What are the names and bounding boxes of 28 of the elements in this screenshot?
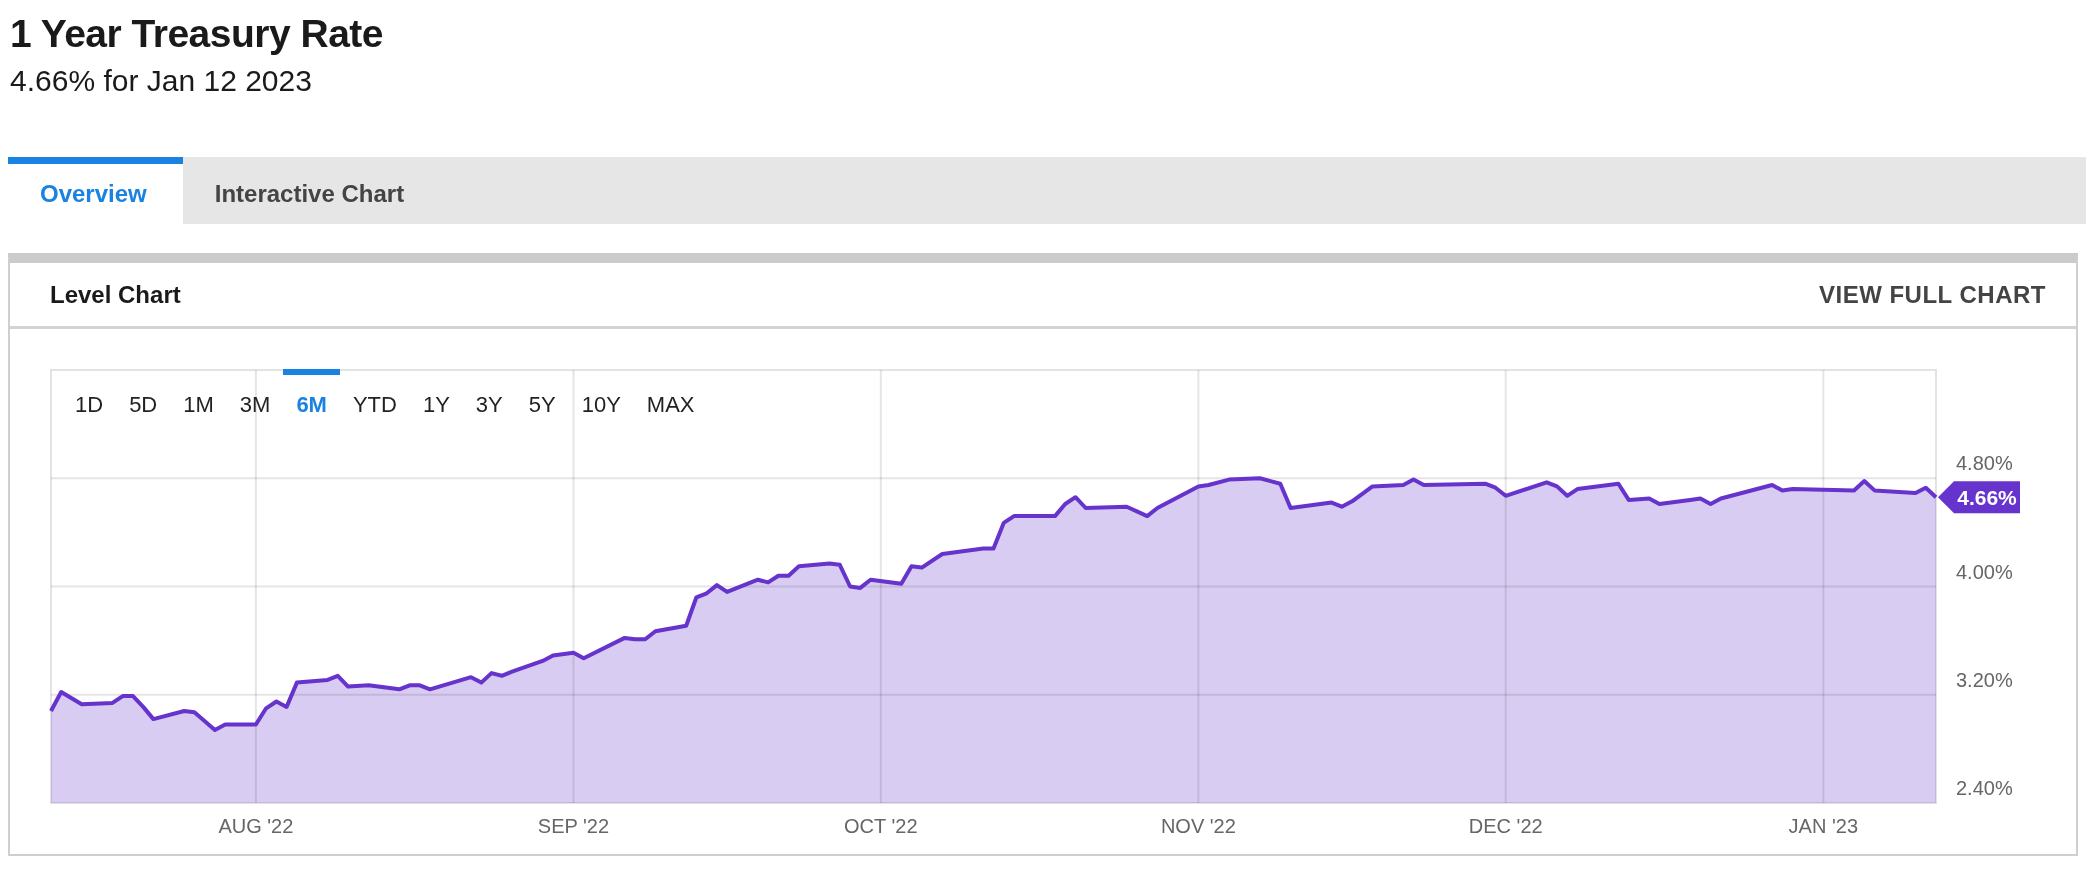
y-axis-label: 3.20% [1956, 668, 2013, 691]
range-button[interactable]: 5D [116, 369, 171, 435]
y-axis-label: 4.00% [1956, 560, 2013, 583]
range-button[interactable]: 6M [283, 369, 340, 435]
y-axis-label: 2.40% [1956, 777, 2013, 799]
range-button[interactable]: 3M [226, 369, 284, 435]
range-button[interactable]: 5Y [515, 369, 569, 435]
card-title: Level Chart [50, 280, 181, 309]
rate-subtitle: 4.66% for Jan 12 2023 [10, 64, 313, 98]
range-button[interactable]: 1Y [409, 369, 463, 435]
range-button[interactable]: 3Y [462, 369, 516, 435]
view-full-chart-link[interactable]: VIEW FULL CHART [1818, 280, 2046, 309]
y-axis-label: 4.80% [1956, 452, 2013, 475]
x-axis-label: NOV '22 [1160, 815, 1236, 837]
range-button[interactable]: 1D [62, 369, 117, 435]
x-axis-label: JAN '23 [1788, 815, 1858, 837]
last-value-tag: 4.66% [1938, 481, 2020, 514]
range-button[interactable]: MAX [633, 369, 708, 435]
x-axis-label: OCT '22 [844, 815, 918, 837]
x-axis-label: DEC '22 [1468, 815, 1543, 837]
range-button[interactable]: 10Y [568, 369, 634, 435]
x-axis-label: AUG '22 [218, 815, 294, 837]
tab[interactable]: Interactive Chart [182, 157, 437, 224]
x-axis-label: SEP '22 [537, 815, 610, 837]
tab[interactable]: Overview [8, 157, 183, 224]
page-title: 1 Year Treasury Rate [10, 12, 385, 56]
range-button[interactable]: 1M [170, 369, 227, 435]
range-button[interactable]: YTD [339, 369, 410, 435]
